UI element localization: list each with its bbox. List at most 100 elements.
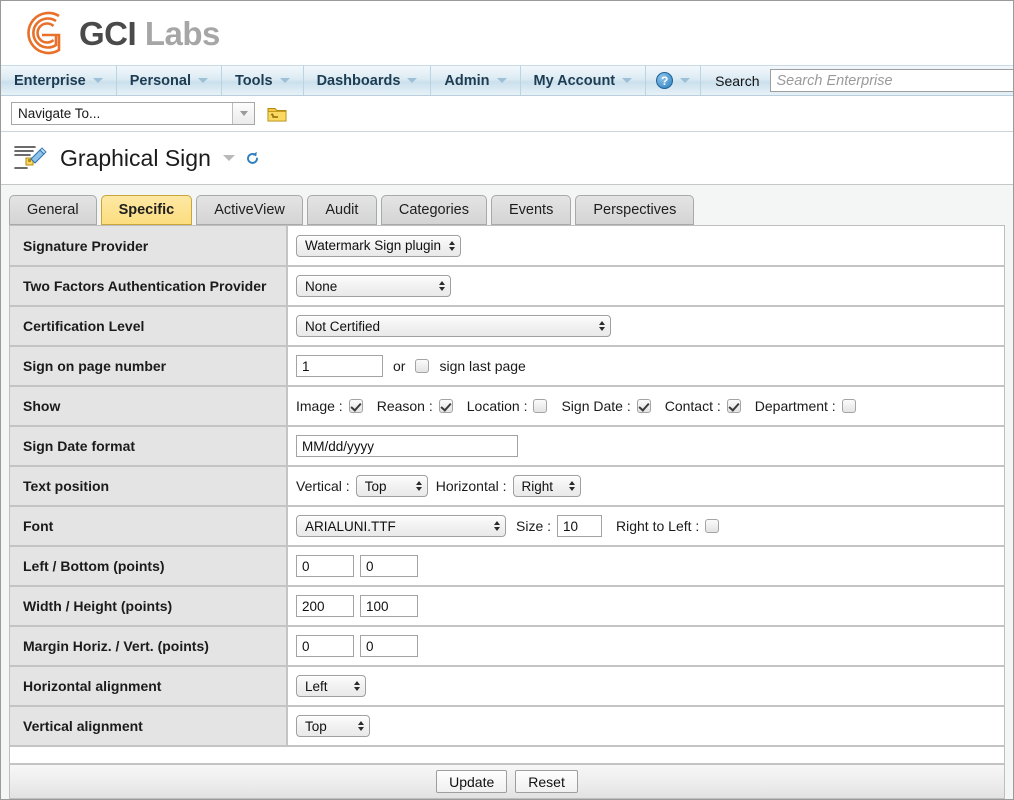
navigate-to-dropdown-arrow	[232, 103, 254, 124]
brand-header: GCI Labs	[1, 1, 1013, 65]
margin-horizontal-input[interactable]	[296, 635, 354, 657]
form-action-bar: Update Reset	[9, 763, 1005, 799]
settings-table: Signature Provider Watermark Sign plugin…	[10, 226, 1004, 747]
row-label-sign-date-format: Sign Date format	[10, 426, 288, 467]
show-reason-checkbox[interactable]	[438, 399, 453, 413]
nav-item-personal[interactable]: Personal	[117, 66, 222, 95]
certification-level-select[interactable]: Not Certified	[296, 315, 611, 337]
signature-provider-select[interactable]: Watermark Sign plugin	[296, 234, 462, 257]
font-size-input[interactable]	[557, 515, 603, 537]
chevron-down-icon	[197, 78, 208, 83]
row-label-horizontal-alignment: Horizontal alignment	[10, 666, 288, 707]
row-label-margin: Margin Horiz. / Vert. (points)	[10, 626, 288, 667]
table-row: Certification Level Not Certified	[10, 306, 1004, 347]
tab-label: Categories	[398, 202, 469, 218]
search-input[interactable]	[769, 69, 1013, 92]
tab-perspectives[interactable]: Perspectives	[575, 195, 695, 225]
tab-label: Specific	[118, 202, 175, 218]
table-row: Font ARIALUNI.TTF Size : Right to Left :	[10, 506, 1004, 547]
nav-item-enterprise[interactable]: Enterprise	[1, 66, 117, 95]
stepper-arrows-icon	[358, 721, 364, 731]
two-factors-provider-select[interactable]: None	[296, 275, 451, 297]
show-department-checkbox[interactable]	[841, 399, 856, 413]
show-location-checkbox[interactable]	[533, 399, 548, 413]
sign-last-page-checkbox[interactable]	[415, 359, 430, 373]
font-family-select[interactable]: ARIALUNI.TTF	[296, 515, 506, 537]
right-to-left-checkbox[interactable]	[705, 519, 720, 533]
vertical-label: Vertical :	[296, 478, 350, 494]
row-value-two-factors: None	[287, 266, 1004, 307]
left-points-input[interactable]	[296, 555, 354, 577]
row-label-sign-on-page: Sign on page number	[10, 346, 288, 387]
chevron-down-icon	[407, 78, 418, 83]
nav-item-help[interactable]: ?	[646, 66, 702, 95]
row-value-width-height	[287, 586, 1004, 627]
table-row: Horizontal alignment Left	[10, 666, 1004, 707]
table-row: Vertical alignment Top	[10, 706, 1004, 747]
table-row: Sign Date format	[10, 426, 1004, 467]
table-row: Signature Provider Watermark Sign plugin	[10, 226, 1004, 267]
settings-form: Signature Provider Watermark Sign plugin…	[9, 225, 1005, 763]
nav-item-label: Admin	[444, 72, 490, 89]
vertical-alignment-select[interactable]: Top	[296, 715, 370, 737]
brand-name: GCI Labs	[79, 17, 220, 50]
right-to-left-label: Right to Left :	[616, 518, 700, 534]
text-position-vertical-select[interactable]: Top	[355, 475, 428, 497]
stepper-arrows-icon	[439, 281, 445, 291]
navigate-to-select[interactable]: Navigate To...	[11, 102, 255, 125]
bottom-points-input[interactable]	[360, 555, 418, 577]
horizontal-alignment-select[interactable]: Left	[296, 675, 366, 697]
horizontal-label: Horizontal :	[435, 478, 507, 494]
chevron-down-icon	[622, 78, 633, 83]
stepper-arrows-icon	[494, 521, 500, 531]
navigate-to-value: Navigate To...	[18, 106, 101, 121]
nav-item-tools[interactable]: Tools	[222, 66, 304, 95]
or-label: or	[393, 358, 406, 374]
row-label-width-height: Width / Height (points)	[10, 586, 288, 627]
nav-item-my-account[interactable]: My Account	[521, 66, 647, 95]
tab-categories[interactable]: Categories	[380, 195, 487, 225]
table-row: Margin Horiz. / Vert. (points)	[10, 626, 1004, 667]
tab-activeview[interactable]: ActiveView	[196, 195, 303, 225]
nav-item-label: My Account	[533, 72, 616, 89]
row-label-left-bottom: Left / Bottom (points)	[10, 546, 288, 587]
tab-general[interactable]: General	[9, 195, 97, 225]
row-label-show: Show	[10, 386, 288, 427]
search-label: Search	[715, 72, 760, 89]
show-contact-checkbox[interactable]	[726, 399, 741, 413]
nav-item-label: Personal	[129, 72, 191, 89]
nav-item-label: Enterprise	[14, 72, 86, 89]
tab-label: Events	[508, 202, 554, 218]
row-value-sign-on-page: or sign last page	[287, 346, 1004, 387]
text-position-horizontal-select[interactable]: Right	[512, 475, 581, 497]
height-points-input[interactable]	[360, 595, 418, 617]
show-department-label: Department :	[754, 398, 836, 414]
show-contact-label: Contact :	[664, 398, 721, 414]
select-value: ARIALUNI.TTF	[305, 518, 396, 534]
width-points-input[interactable]	[296, 595, 354, 617]
row-value-text-position: Vertical : Top Horizontal : Right	[287, 466, 1004, 507]
tab-audit[interactable]: Audit	[306, 195, 377, 225]
tab-specific[interactable]: Specific	[100, 195, 193, 225]
nav-item-dashboards[interactable]: Dashboards	[304, 66, 432, 95]
show-image-checkbox[interactable]	[348, 399, 363, 413]
refresh-icon[interactable]	[245, 151, 260, 166]
show-sign-date-checkbox[interactable]	[636, 399, 651, 413]
reset-button[interactable]: Reset	[515, 770, 578, 793]
row-value-show: Image : Reason : Location : Sign Date :	[287, 386, 1004, 427]
tab-label: Perspectives	[593, 202, 677, 218]
sign-page-number-input[interactable]	[296, 355, 383, 377]
nav-item-admin[interactable]: Admin	[431, 66, 521, 95]
font-size-label: Size :	[516, 518, 552, 534]
table-row: Show Image : Reason : Location : Sign Da…	[10, 386, 1004, 427]
row-label-certification-level: Certification Level	[10, 306, 288, 347]
tab-events[interactable]: Events	[490, 195, 572, 225]
chevron-down-icon	[496, 78, 507, 83]
update-button[interactable]: Update	[436, 770, 508, 793]
sign-date-format-input[interactable]	[296, 435, 518, 457]
open-folder-icon[interactable]	[267, 105, 287, 123]
page-title: Graphical Sign	[60, 144, 211, 171]
chevron-down-icon[interactable]	[222, 155, 235, 161]
margin-vertical-input[interactable]	[360, 635, 418, 657]
stepper-arrows-icon	[568, 481, 575, 491]
